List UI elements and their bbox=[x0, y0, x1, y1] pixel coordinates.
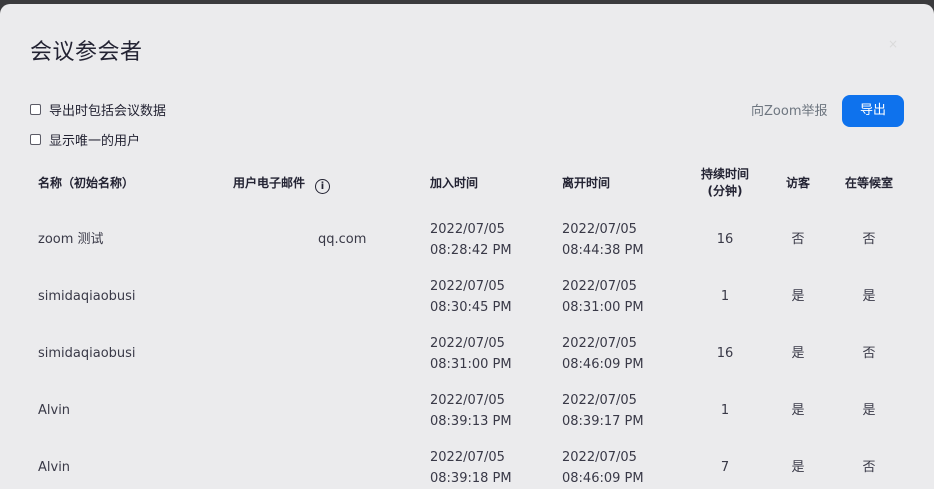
cell-email-domain: qq.com bbox=[318, 232, 367, 247]
include-meeting-data-label: 导出时包括会议数据 bbox=[49, 104, 167, 119]
column-header-waiting-room: 在等候室 bbox=[844, 176, 893, 190]
cell-duration: 1 bbox=[720, 289, 730, 304]
include-meeting-data-checkbox[interactable] bbox=[30, 104, 41, 115]
report-to-zoom-link[interactable]: 向Zoom举报 bbox=[751, 100, 827, 119]
cell-leave-clock: 08:44:38 PM bbox=[562, 243, 644, 258]
unique-users-option[interactable]: 显示唯一的用户 bbox=[30, 130, 140, 149]
cell-duration: 16 bbox=[716, 232, 734, 247]
cell-join-clock: 08:28:42 PM bbox=[430, 243, 512, 258]
cell-email: qq.com bbox=[236, 229, 366, 250]
cell-name: Alvin bbox=[38, 460, 71, 475]
cell-join-clock: 08:31:00 PM bbox=[430, 357, 512, 372]
cell-join-date: 2022/07/05 bbox=[430, 336, 505, 351]
cell-waiting-room: 是 bbox=[862, 403, 876, 418]
cell-leave-clock: 08:46:09 PM bbox=[562, 471, 644, 486]
export-button[interactable]: 导出 bbox=[842, 95, 904, 127]
cell-leave-time: 2022/07/05 08:39:17 PM bbox=[562, 390, 644, 432]
cell-waiting-room: 否 bbox=[862, 232, 876, 247]
cell-guest: 否 bbox=[791, 232, 805, 247]
cell-leave-date: 2022/07/05 bbox=[562, 279, 637, 294]
column-header-join-time: 加入时间 bbox=[430, 176, 479, 190]
cell-join-date: 2022/07/05 bbox=[430, 450, 505, 465]
cell-leave-clock: 08:46:09 PM bbox=[562, 357, 644, 372]
column-header-duration: 持续时间 (分钟) bbox=[690, 166, 760, 200]
participants-dialog: 会议参会者 × 导出时包括会议数据 显示唯一的用户 向Zoom举报 导出 名称（… bbox=[0, 4, 934, 489]
column-header-leave-time: 离开时间 bbox=[562, 176, 611, 190]
cell-join-time: 2022/07/05 08:39:18 PM bbox=[430, 447, 512, 489]
cell-leave-date: 2022/07/05 bbox=[562, 450, 637, 465]
cell-guest: 是 bbox=[791, 403, 805, 418]
cell-name: simidaqiaobusi bbox=[38, 289, 136, 304]
cell-join-time: 2022/07/05 08:39:13 PM bbox=[430, 390, 512, 432]
cell-leave-time: 2022/07/05 08:46:09 PM bbox=[562, 447, 644, 489]
cell-waiting-room: 是 bbox=[862, 289, 876, 304]
cell-name: Alvin bbox=[38, 403, 71, 418]
column-header-name: 名称（初始名称） bbox=[38, 176, 135, 190]
cell-guest: 是 bbox=[791, 289, 805, 304]
cell-guest: 是 bbox=[791, 346, 805, 361]
cell-leave-clock: 08:31:00 PM bbox=[562, 300, 644, 315]
cell-join-time: 2022/07/05 08:31:00 PM bbox=[430, 333, 512, 375]
close-icon[interactable]: × bbox=[888, 38, 900, 50]
include-meeting-data-option[interactable]: 导出时包括会议数据 bbox=[30, 100, 166, 119]
cell-leave-time: 2022/07/05 08:46:09 PM bbox=[562, 333, 644, 375]
cell-leave-clock: 08:39:17 PM bbox=[562, 414, 644, 429]
cell-join-date: 2022/07/05 bbox=[430, 279, 505, 294]
cell-waiting-room: 否 bbox=[862, 460, 876, 475]
cell-duration: 7 bbox=[720, 460, 730, 475]
cell-leave-date: 2022/07/05 bbox=[562, 336, 637, 351]
cell-leave-time: 2022/07/05 08:44:38 PM bbox=[562, 219, 644, 261]
cell-join-time: 2022/07/05 08:28:42 PM bbox=[430, 219, 512, 261]
cell-duration: 16 bbox=[716, 346, 734, 361]
unique-users-checkbox[interactable] bbox=[30, 134, 41, 145]
cell-leave-date: 2022/07/05 bbox=[562, 393, 637, 408]
cell-name: zoom 测试 bbox=[38, 232, 104, 247]
column-header-email-label: 用户电子邮件 bbox=[233, 176, 306, 190]
cell-join-date: 2022/07/05 bbox=[430, 393, 505, 408]
cell-guest: 是 bbox=[791, 460, 805, 475]
column-header-guest: 访客 bbox=[785, 176, 810, 190]
cell-join-clock: 08:39:13 PM bbox=[430, 414, 512, 429]
cell-join-date: 2022/07/05 bbox=[430, 222, 505, 237]
cell-duration: 1 bbox=[720, 403, 730, 418]
unique-users-label: 显示唯一的用户 bbox=[49, 134, 141, 149]
cell-leave-time: 2022/07/05 08:31:00 PM bbox=[562, 276, 644, 318]
dialog-title: 会议参会者 bbox=[30, 40, 143, 65]
cell-name: simidaqiaobusi bbox=[38, 346, 136, 361]
cell-waiting-room: 否 bbox=[862, 346, 876, 361]
info-icon[interactable]: i bbox=[315, 179, 331, 194]
cell-leave-date: 2022/07/05 bbox=[562, 222, 637, 237]
column-header-duration-line1: 持续时间 bbox=[700, 167, 749, 181]
column-header-duration-line2: (分钟) bbox=[707, 184, 743, 198]
cell-join-clock: 08:30:45 PM bbox=[430, 300, 512, 315]
column-header-email: 用户电子邮件 i bbox=[233, 175, 331, 194]
cell-join-clock: 08:39:18 PM bbox=[430, 471, 512, 486]
cell-join-time: 2022/07/05 08:30:45 PM bbox=[430, 276, 512, 318]
